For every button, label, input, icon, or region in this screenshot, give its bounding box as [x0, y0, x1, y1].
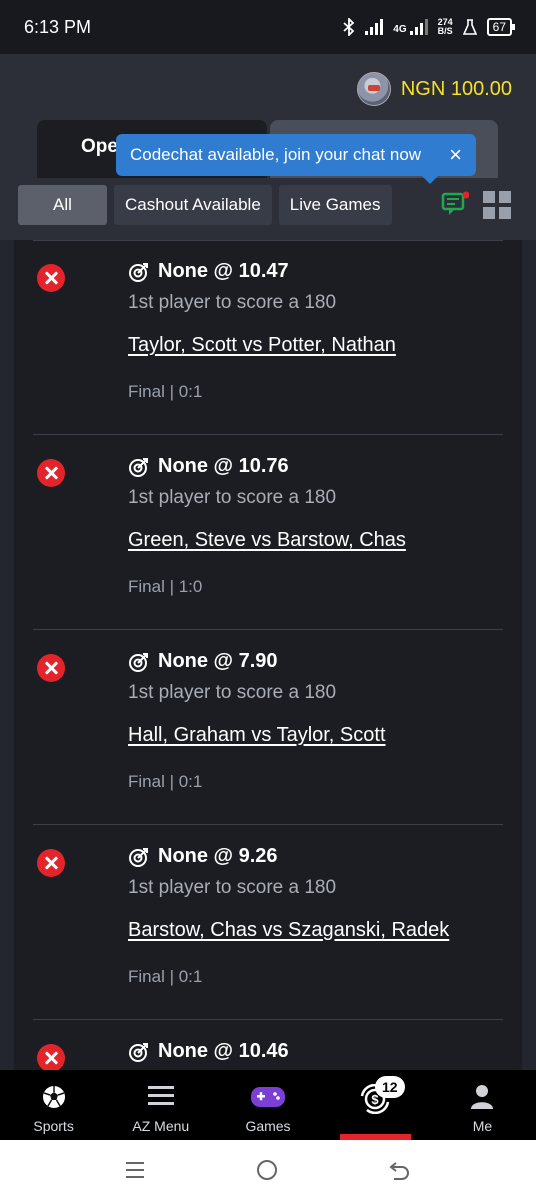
bet-lost-icon — [37, 1044, 65, 1070]
darts-target-icon — [129, 652, 148, 672]
bluetooth-icon — [343, 18, 355, 36]
soccer-ball-icon — [42, 1086, 65, 1108]
recent-apps-icon[interactable] — [124, 1160, 146, 1180]
signal-icon — [365, 19, 384, 35]
bet-result: Final | 0:1 — [128, 967, 203, 986]
bets-header: NGN 100.00 Ope Codechat available, join … — [0, 54, 536, 240]
bet-lost-icon — [37, 849, 65, 877]
bet-item[interactable]: None @ 7.90 1st player to score a 180 Ha… — [14, 630, 522, 825]
bet-lost-icon — [37, 264, 65, 292]
avatar[interactable] — [356, 72, 391, 106]
bet-result: Final | 0:1 — [128, 382, 203, 401]
bet-selection: None @ 10.76 — [128, 455, 289, 478]
bet-event-link[interactable]: Taylor, Scott vs Potter, Nathan — [128, 334, 396, 357]
filter-bar: All Cashout Available Live Games — [18, 185, 392, 225]
darts-target-icon — [129, 847, 148, 867]
nav-games[interactable]: Games — [214, 1070, 321, 1140]
close-icon[interactable]: × — [449, 142, 462, 168]
nav-az-menu[interactable]: AZ Menu — [107, 1070, 214, 1140]
tooltip-text: Codechat available, join your chat now — [130, 145, 422, 164]
bet-market: 1st player to score a 180 — [128, 292, 337, 313]
filter-cashout-available[interactable]: Cashout Available — [114, 185, 272, 225]
filter-all[interactable]: All — [18, 185, 107, 225]
bet-result: Final | 0:1 — [128, 772, 203, 791]
tab-open-label: Ope — [81, 136, 118, 157]
bet-event-link[interactable]: Hall, Graham vs Taylor, Scott — [128, 724, 386, 747]
status-time: 6:13 PM — [24, 16, 92, 37]
bet-item[interactable]: None @ 10.76 1st player to score a 180 G… — [14, 435, 522, 630]
bet-list[interactable]: None @ 10.47 1st player to score a 180 T… — [14, 240, 522, 1070]
bet-selection: None @ 10.47 — [128, 260, 289, 283]
nav-me[interactable]: Me — [429, 1070, 536, 1140]
home-icon[interactable] — [255, 1158, 279, 1182]
codechat-tooltip[interactable]: Codechat available, join your chat now × — [116, 134, 476, 184]
grid-view-icon[interactable] — [483, 191, 511, 219]
darts-target-icon — [129, 1042, 148, 1062]
bet-selection: None @ 7.90 — [128, 650, 278, 673]
bet-item[interactable]: None @ 10.47 1st player to score a 180 T… — [14, 240, 522, 435]
bet-item[interactable]: None @ 10.46 — [14, 1020, 522, 1070]
account-balance[interactable]: NGN 100.00 — [356, 72, 512, 106]
bet-result: Final | 1:0 — [128, 577, 203, 596]
system-nav-bar — [0, 1140, 536, 1200]
bet-selection: None @ 9.26 — [128, 845, 278, 868]
open-bets-count-badge: 12 — [374, 1076, 405, 1098]
gamepad-icon — [251, 1087, 285, 1107]
hamburger-icon — [147, 1086, 174, 1105]
net-speed-icon: 274 B/S — [437, 17, 453, 36]
bet-item[interactable]: None @ 9.26 1st player to score a 180 Ba… — [14, 825, 522, 1020]
bet-market: 1st player to score a 180 — [128, 877, 337, 898]
nav-sports[interactable]: Sports — [0, 1070, 107, 1140]
filter-live-games[interactable]: Live Games — [278, 185, 392, 225]
balance-amount: NGN 100.00 — [400, 77, 512, 100]
darts-target-icon — [129, 262, 148, 282]
bet-lost-icon — [37, 459, 65, 487]
flask-icon — [462, 19, 477, 35]
chat-icon[interactable] — [441, 191, 469, 217]
back-icon[interactable] — [388, 1159, 412, 1181]
bet-market: 1st player to score a 180 — [128, 682, 337, 703]
bottom-nav: Sports AZ Menu Games $ 12 Me — [0, 1070, 536, 1140]
bet-event-link[interactable]: Barstow, Chas vs Szaganski, Radek — [128, 919, 449, 942]
darts-target-icon — [129, 457, 148, 477]
bet-event-link[interactable]: Green, Steve vs Barstow, Chas — [128, 529, 406, 552]
signal-4g-icon: 4G — [393, 19, 428, 35]
status-icons: 4G 274 B/S 67 — [343, 17, 516, 36]
bet-lost-icon — [37, 654, 65, 682]
battery-icon: 67 — [486, 18, 516, 36]
bet-market: 1st player to score a 180 — [128, 487, 337, 508]
nav-open-bets[interactable]: $ 12 — [322, 1070, 429, 1140]
person-icon — [471, 1085, 494, 1109]
status-bar: 6:13 PM 4G 274 B/S 67 — [0, 0, 536, 54]
bet-selection: None @ 10.46 — [128, 1040, 289, 1063]
